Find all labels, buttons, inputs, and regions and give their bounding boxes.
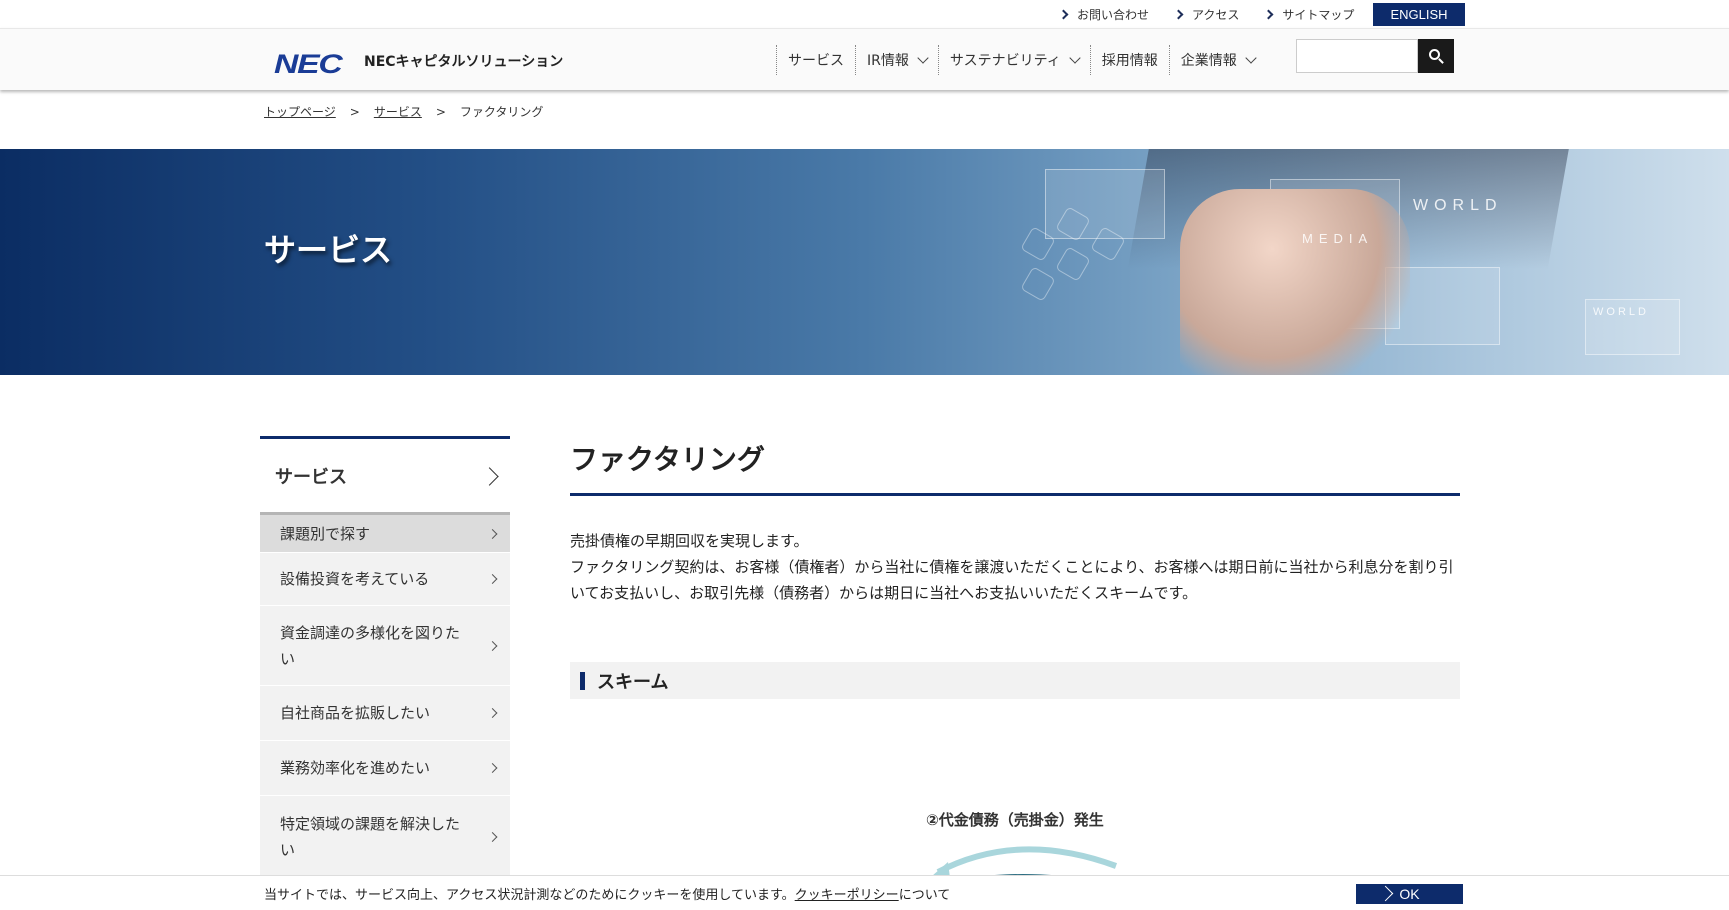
hero-overlay-word: MEDIA	[1302, 231, 1374, 246]
nav-item-ir[interactable]: IR情報	[855, 45, 938, 75]
diagram-graphic	[844, 846, 1118, 880]
sitemap-link-label: サイトマップ	[1282, 7, 1355, 22]
chevron-right-icon	[480, 467, 499, 486]
cookie-text: 当サイトでは、サービス向上、アクセス状況計測などのためにクッキーを使用しています…	[264, 884, 950, 903]
nav-item-sustainability[interactable]: サステナビリティ	[937, 45, 1090, 75]
diagram-arrow	[936, 846, 1118, 875]
utility-links: お問い合わせ アクセス サイトマップ	[1058, 3, 1380, 25]
chevron-right-icon	[1377, 885, 1394, 902]
nav-item-label: サービス	[788, 53, 844, 69]
hero-overlay-word: WORLD	[1593, 306, 1649, 318]
section-heading-label: スキーム	[597, 671, 669, 693]
chevron-right-icon	[1058, 9, 1069, 19]
sidebar-item-financing[interactable]: 資金調達の多様化を図りたい	[260, 606, 510, 686]
hero-title: サービス	[264, 231, 393, 269]
nav-item-label: 採用情報	[1101, 53, 1158, 69]
contact-link[interactable]: お問い合わせ	[1058, 3, 1150, 25]
breadcrumb-services[interactable]: サービス	[374, 103, 422, 120]
contact-link-label: お問い合わせ	[1077, 7, 1150, 22]
page-title: ファクタリング	[570, 436, 1460, 496]
chevron-down-icon	[917, 52, 929, 64]
sidebar: サービス 課題別で探す 設備投資を考えている 資金調達の多様化を図りたい 自社商…	[260, 436, 510, 878]
heading-bar	[580, 671, 585, 690]
hero-banner: WORLD MEDIA WORLD サービス	[0, 149, 1729, 375]
hex-shape	[1020, 266, 1056, 302]
utility-bar: お問い合わせ アクセス サイトマップ ENGLISH	[0, 0, 1729, 28]
sidebar-item-capex[interactable]: 設備投資を考えている	[260, 553, 510, 606]
hex-shape	[1055, 246, 1091, 282]
breadcrumb-top[interactable]: トップページ	[264, 103, 336, 120]
chevron-right-icon	[487, 708, 498, 718]
cookie-text-before: 当サイトでは、サービス向上、アクセス状況計測などのためにクッキーを使用しています…	[264, 888, 795, 903]
access-link[interactable]: アクセス	[1173, 3, 1240, 25]
access-link-label: アクセス	[1192, 7, 1240, 22]
nav-item-recruit[interactable]: 採用情報	[1089, 45, 1169, 75]
chevron-right-icon	[487, 528, 498, 539]
hero-overlay-word: WORLD	[1413, 197, 1503, 214]
cookie-banner: 当サイトでは、サービス向上、アクセス状況計測などのためにクッキーを使用しています…	[0, 875, 1729, 910]
nav-item-label: サステナビリティ	[949, 53, 1061, 69]
company-name[interactable]: NECキャピタルソリューション	[364, 51, 563, 71]
nav-item-company[interactable]: 企業情報	[1168, 45, 1266, 75]
breadcrumb-current: ファクタリング	[459, 105, 544, 119]
breadcrumb-separator: >	[349, 104, 360, 119]
chevron-down-icon	[1069, 52, 1081, 64]
sidebar-item-by-issue[interactable]: 課題別で探す	[260, 512, 510, 553]
cookie-ok-button[interactable]: OK	[1356, 884, 1463, 904]
chevron-down-icon	[1245, 52, 1257, 64]
sidebar-item-sales[interactable]: 自社商品を拡販したい	[260, 686, 510, 741]
sidebar-item-label: 業務効率化を進めたい	[280, 759, 431, 777]
scheme-diagram: ②代金債務（売掛金）発生	[820, 800, 1140, 880]
nav-item-label: 企業情報	[1180, 53, 1237, 69]
lead-line: ファクタリング契約は、お客様（債権者）から当社に債権を譲渡いただくことにより、お…	[570, 558, 1454, 602]
chevron-right-icon	[487, 831, 498, 842]
site-header: NEC NECキャピタルソリューション サービス IR情報 サステナビリティ 採…	[0, 28, 1729, 90]
main-content: ファクタリング 売掛債権の早期回収を実現します。 ファクタリング契約は、お客様（…	[570, 436, 1460, 699]
english-button[interactable]: ENGLISH	[1373, 3, 1465, 26]
sidebar-item-specific[interactable]: 特定領域の課題を解決したい	[260, 796, 510, 878]
sidebar-item-label: 設備投資を考えている	[280, 570, 430, 588]
hero-hand-graphic	[1180, 189, 1410, 375]
search-input[interactable]	[1296, 39, 1418, 73]
sidebar-item-label: 資金調達の多様化を図りたい	[280, 623, 461, 668]
nav-item-label: IR情報	[867, 53, 909, 69]
sidebar-item-label: 自社商品を拡販したい	[280, 704, 431, 722]
nec-logo[interactable]: NEC	[274, 49, 343, 80]
global-nav: サービス IR情報 サステナビリティ 採用情報 企業情報	[776, 45, 1266, 75]
cookie-policy-link[interactable]: クッキーポリシー	[795, 888, 899, 903]
sitemap-link[interactable]: サイトマップ	[1263, 3, 1355, 25]
chevron-right-icon	[487, 640, 498, 651]
sidebar-item-label: 特定領域の課題を解決したい	[280, 814, 461, 859]
lead-text: 売掛債権の早期回収を実現します。 ファクタリング契約は、お客様（債権者）から当社…	[570, 528, 1460, 606]
breadcrumb: トップページ > サービス > ファクタリング	[264, 103, 543, 120]
section-heading: スキーム	[570, 662, 1460, 699]
cookie-ok-label: OK	[1399, 886, 1420, 902]
sidebar-heading[interactable]: サービス	[260, 436, 510, 512]
breadcrumb-separator: >	[435, 104, 446, 119]
sidebar-item-label: 課題別で探す	[280, 524, 371, 543]
lead-line: 売掛債権の早期回収を実現します。	[570, 532, 809, 550]
search-button[interactable]	[1418, 39, 1454, 73]
sidebar-item-efficiency[interactable]: 業務効率化を進めたい	[260, 741, 510, 796]
chevron-right-icon	[487, 574, 498, 584]
sidebar-heading-label: サービス	[275, 466, 347, 488]
cookie-text-after: について	[898, 888, 951, 903]
chevron-right-icon	[1173, 9, 1184, 19]
nav-item-services[interactable]: サービス	[776, 45, 855, 75]
chevron-right-icon	[487, 763, 498, 773]
search-icon	[1429, 49, 1440, 60]
chevron-right-icon	[1263, 9, 1274, 19]
